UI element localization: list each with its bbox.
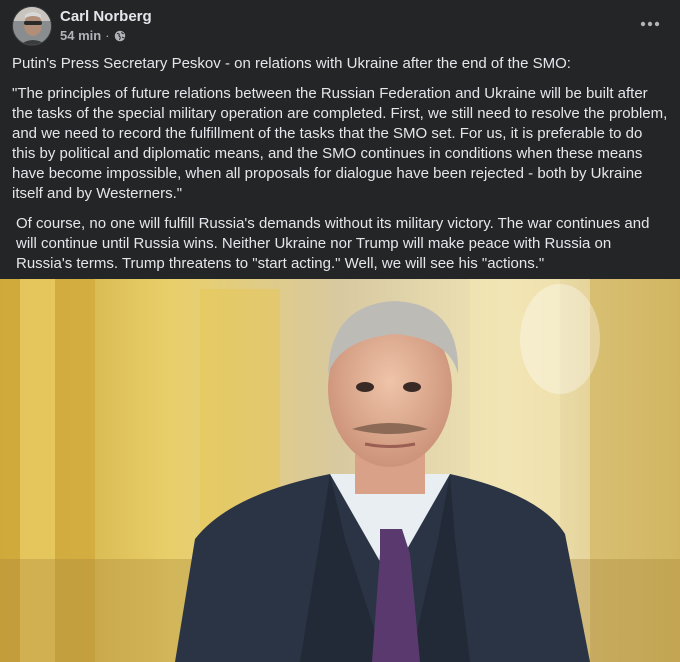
more-horizontal-icon — [640, 21, 660, 27]
author-avatar[interactable] — [12, 6, 52, 46]
globe-icon[interactable] — [114, 30, 126, 42]
more-options-button[interactable] — [632, 10, 668, 38]
post-paragraph: "The principles of future relations betw… — [12, 85, 668, 202]
post-paragraph: Of course, no one will fulfill Russia's … — [16, 215, 650, 272]
post-text: Putin's Press Secretary Peskov - on rela… — [12, 54, 668, 284]
photo-image — [0, 279, 680, 662]
meta-separator: · — [105, 28, 110, 43]
post-header: Carl Norberg 54 min · — [12, 6, 668, 46]
post-timestamp[interactable]: 54 min — [60, 28, 101, 43]
avatar-photo — [13, 7, 51, 45]
facebook-post: Carl Norberg 54 min · Putin's Press Secr… — [0, 0, 680, 662]
author-name[interactable]: Carl Norberg — [60, 8, 152, 25]
post-photo[interactable] — [0, 279, 680, 662]
post-meta: 54 min · — [60, 28, 126, 43]
post-paragraph: Putin's Press Secretary Peskov - on rela… — [12, 55, 571, 72]
